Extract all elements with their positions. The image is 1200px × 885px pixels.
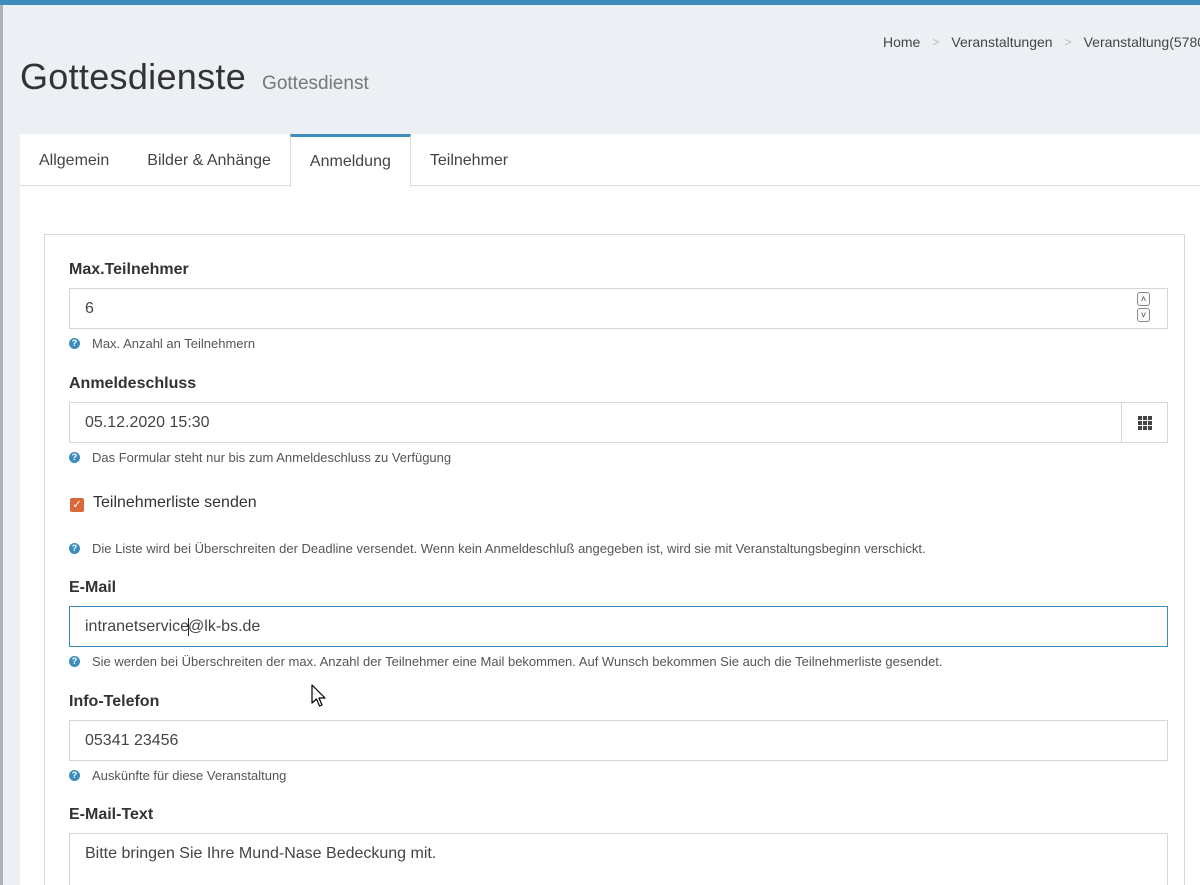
send-list-help-text: Die Liste wird bei Überschreiten der Dea…: [92, 541, 926, 556]
email-text-textarea[interactable]: Bitte bringen Sie Ihre Mund-Nase Bedecku…: [69, 833, 1168, 885]
page-header: Gottesdienste Gottesdienst: [20, 56, 369, 98]
registration-form-panel: Max.Teilnehmer 6 ˄ ˅ ? Max. Anzahl an Te…: [44, 234, 1185, 885]
send-list-help: ? Die Liste wird bei Überschreiten der D…: [69, 541, 926, 556]
top-accent-bar: [0, 0, 1200, 5]
phone-value: 05341 23456: [85, 732, 179, 749]
number-spinner: ˄ ˅: [1137, 292, 1151, 325]
page-title: Gottesdienste: [20, 56, 247, 97]
left-window-edge: [0, 5, 3, 885]
phone-input[interactable]: 05341 23456: [69, 720, 1168, 761]
breadcrumb-separator: >: [932, 35, 940, 49]
question-circle-icon: ?: [69, 656, 80, 667]
tab-allgemein[interactable]: Allgemein: [20, 134, 128, 186]
send-list-label[interactable]: Teilnehmerliste senden: [93, 494, 257, 512]
grid-calendar-icon: [1137, 415, 1152, 430]
email-value-after-caret: @lk-bs.de: [188, 618, 261, 635]
calendar-picker-button[interactable]: [1121, 403, 1167, 442]
max-participants-label: Max.Teilnehmer: [69, 261, 189, 278]
tab-anmeldung[interactable]: Anmeldung: [289, 134, 411, 187]
email-text-label: E-Mail-Text: [69, 806, 154, 823]
breadcrumb: Home > Veranstaltungen > Veranstaltung(5…: [883, 34, 1200, 50]
max-participants-help: ? Max. Anzahl an Teilnehmern: [69, 336, 255, 351]
email-label: E-Mail: [69, 579, 117, 596]
deadline-help: ? Das Formular steht nur bis zum Anmelde…: [69, 450, 451, 465]
email-input[interactable]: intranetservice@lk-bs.de: [69, 606, 1168, 647]
breadcrumb-home[interactable]: Home: [883, 34, 920, 50]
question-circle-icon: ?: [69, 543, 80, 554]
phone-help: ? Auskünfte für diese Veranstaltung: [69, 768, 286, 783]
tab-bar: Allgemein Bilder & Anhänge Anmeldung Tei…: [20, 134, 1200, 187]
tab-bilder-anhaenge[interactable]: Bilder & Anhänge: [128, 134, 290, 186]
deadline-help-text: Das Formular steht nur bis zum Anmeldesc…: [92, 450, 452, 465]
max-participants-help-text: Max. Anzahl an Teilnehmern: [92, 336, 256, 351]
tabs-box: Allgemein Bilder & Anhänge Anmeldung Tei…: [20, 134, 1200, 885]
deadline-input[interactable]: 05.12.2020 15:30: [69, 402, 1168, 443]
page-subtitle: Gottesdienst: [262, 73, 369, 94]
mouse-pointer-icon: [311, 684, 326, 707]
deadline-value: 05.12.2020 15:30: [85, 414, 210, 431]
check-icon: ✓: [72, 499, 82, 511]
question-circle-icon: ?: [69, 770, 80, 781]
email-value-before-caret: intranetservice: [85, 618, 190, 635]
email-help: ? Sie werden bei Überschreiten der max. …: [69, 654, 943, 669]
question-circle-icon: ?: [69, 338, 80, 349]
breadcrumb-separator: >: [1064, 35, 1072, 49]
chevron-up-icon[interactable]: ˄: [1137, 292, 1150, 306]
tab-teilnehmer[interactable]: Teilnehmer: [411, 134, 527, 186]
phone-help-text: Auskünfte für diese Veranstaltung: [92, 768, 287, 783]
max-participants-value: 6: [85, 300, 94, 317]
phone-label: Info-Telefon: [69, 693, 160, 710]
max-participants-input[interactable]: 6 ˄ ˅: [69, 288, 1168, 329]
breadcrumb-current: Veranstaltung(5780: [1083, 34, 1200, 50]
deadline-label: Anmeldeschluss: [69, 375, 197, 392]
chevron-down-icon[interactable]: ˅: [1137, 308, 1150, 322]
email-help-text: Sie werden bei Überschreiten der max. An…: [92, 654, 943, 669]
email-text-value: Bitte bringen Sie Ihre Mund-Nase Bedecku…: [85, 845, 437, 862]
send-list-checkbox[interactable]: ✓: [70, 498, 84, 512]
question-circle-icon: ?: [69, 452, 80, 463]
breadcrumb-events[interactable]: Veranstaltungen: [951, 34, 1052, 50]
